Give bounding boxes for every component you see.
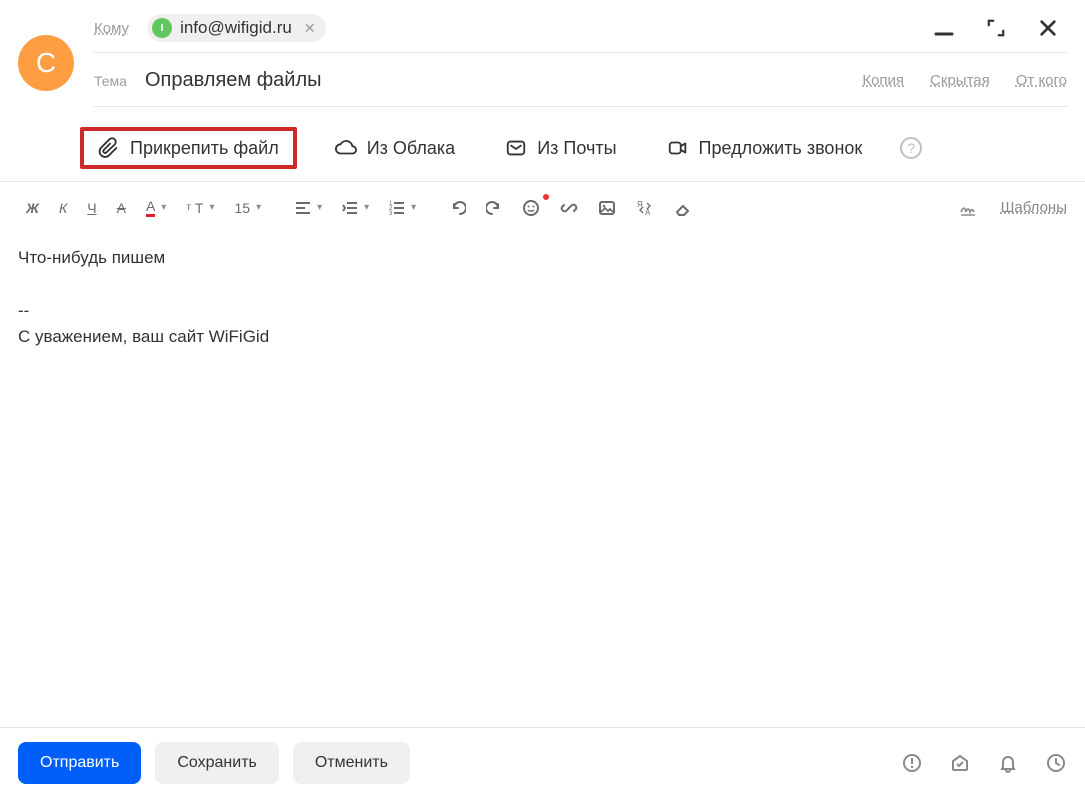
cc-link[interactable]: Копия (862, 72, 904, 89)
paperclip-icon (98, 137, 120, 159)
attach-mail-button[interactable]: Из Почты (493, 129, 628, 167)
reminder-icon[interactable] (997, 752, 1019, 774)
to-label[interactable]: Кому (94, 20, 129, 37)
help-icon[interactable]: ? (900, 137, 922, 159)
subject-input[interactable]: Оправляем файлы (145, 69, 862, 92)
font-size-button[interactable]: тT▾ (178, 196, 222, 220)
remove-recipient-icon[interactable]: ✕ (300, 20, 316, 37)
list-button[interactable]: 123▾ (381, 196, 424, 220)
translate-button[interactable]: ЯA (628, 195, 662, 221)
recipient-chip[interactable]: I info@wifigid.ru ✕ (147, 14, 325, 42)
save-button[interactable]: Сохранить (155, 742, 279, 784)
recipient-email: info@wifigid.ru (180, 18, 292, 38)
image-icon (598, 199, 616, 217)
attach-mail-label: Из Почты (537, 138, 616, 159)
redo-button[interactable] (478, 196, 510, 220)
minimize-button[interactable] (933, 17, 955, 39)
signature-dash: -- (18, 298, 1067, 324)
body-line: Что-нибудь пишем (18, 245, 1067, 271)
mail-icon (505, 137, 527, 159)
cloud-icon (335, 137, 357, 159)
align-button[interactable]: ▾ (287, 196, 330, 220)
signature-text: С уважением, ваш сайт WiFiGid (18, 324, 1067, 350)
templates-link[interactable]: Шаблоны (1001, 199, 1067, 216)
eraser-icon (674, 199, 692, 217)
svg-text:3: 3 (389, 211, 393, 216)
suggest-call-label: Предложить звонок (699, 138, 863, 159)
attach-file-label: Прикрепить файл (130, 138, 279, 159)
font-size-value[interactable]: 15▾ (227, 196, 270, 220)
attach-cloud-label: Из Облака (367, 138, 456, 159)
list-icon: 123 (389, 200, 405, 216)
from-link[interactable]: От кого (1016, 72, 1067, 89)
bcc-link[interactable]: Скрытая (930, 72, 990, 89)
close-button[interactable] (1037, 17, 1059, 39)
link-icon (560, 199, 578, 217)
indent-button[interactable]: ▾ (334, 196, 377, 220)
emoji-icon (522, 199, 540, 217)
image-button[interactable] (590, 195, 624, 221)
strikethrough-button[interactable]: А (109, 196, 134, 220)
signature-button[interactable] (951, 195, 985, 221)
svg-text:A: A (645, 208, 651, 217)
subject-label: Тема (94, 73, 127, 89)
suggest-call-button[interactable]: Предложить звонок (655, 129, 875, 167)
cancel-button[interactable]: Отменить (293, 742, 410, 784)
schedule-icon[interactable] (1045, 752, 1067, 774)
format-toolbar: Ж К Ч А А▾ тT▾ 15▾ ▾ ▾ 123▾ ЯA Шаблоны (0, 182, 1085, 233)
expand-button[interactable] (985, 17, 1007, 39)
align-left-icon (295, 200, 311, 216)
message-body[interactable]: Что-нибудь пишем -- С уважением, ваш сай… (0, 233, 1085, 362)
read-receipt-icon[interactable] (949, 752, 971, 774)
emoji-button[interactable] (514, 195, 548, 221)
redo-icon (486, 200, 502, 216)
video-icon (667, 137, 689, 159)
underline-button[interactable]: Ч (79, 196, 104, 220)
send-button[interactable]: Отправить (18, 742, 141, 784)
translate-icon: ЯA (636, 199, 654, 217)
link-button[interactable] (552, 195, 586, 221)
priority-icon[interactable] (901, 752, 923, 774)
attach-cloud-button[interactable]: Из Облака (323, 129, 468, 167)
signature-icon (959, 199, 977, 217)
clear-format-button[interactable] (666, 195, 700, 221)
attach-file-button[interactable]: Прикрепить файл (80, 127, 297, 169)
bold-button[interactable]: Ж (18, 196, 47, 220)
italic-button[interactable]: К (51, 196, 75, 220)
undo-icon (450, 200, 466, 216)
text-color-button[interactable]: А▾ (138, 194, 174, 221)
recipient-avatar: I (152, 18, 172, 38)
sender-avatar: С (18, 35, 74, 91)
undo-button[interactable] (442, 196, 474, 220)
indent-icon (342, 200, 358, 216)
